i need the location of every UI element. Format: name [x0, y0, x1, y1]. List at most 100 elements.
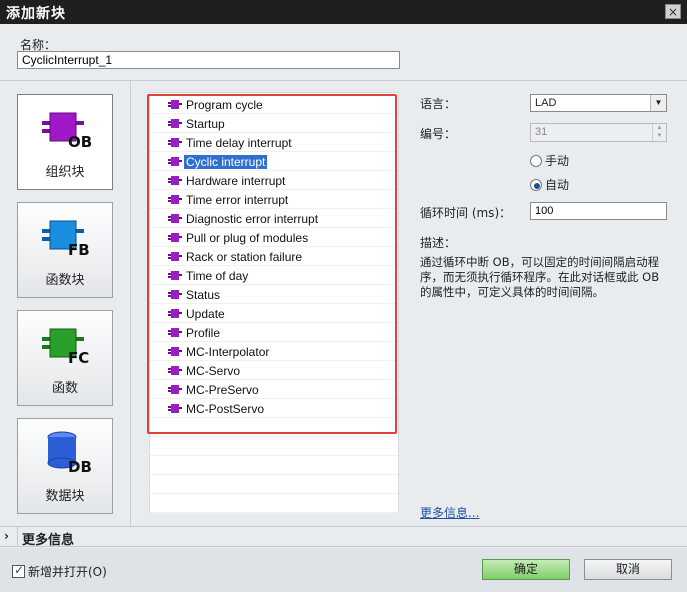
svg-text:DB: DB [68, 458, 92, 473]
radio-auto[interactable]: 自动 [530, 176, 569, 193]
ob-list-item[interactable]: MC-PostServo [150, 399, 398, 418]
ob-item-icon [168, 233, 182, 242]
ob-list-item[interactable]: Update [150, 304, 398, 323]
ob-list-item[interactable]: Cyclic interrupt [150, 152, 398, 171]
description-text: 通过循环中断 OB，可以固定的时间间隔启动程序，而无须执行循环程序。在此对话框或… [420, 255, 660, 299]
add-and-open-checkbox[interactable]: 新增并打开(O) [12, 563, 107, 580]
window-title: 添加新块 [6, 6, 66, 22]
radio-auto-label: 自动 [545, 178, 570, 192]
ob-item-icon [168, 100, 182, 109]
ob-list-item[interactable]: Pull or plug of modules [150, 228, 398, 247]
language-label: 语言： [420, 97, 457, 111]
ob-list-item-label: Diagnostic error interrupt [186, 212, 319, 226]
close-button[interactable]: × [665, 4, 681, 19]
language-select[interactable]: LAD ▼ [530, 94, 667, 112]
properties-panel: 语言： LAD ▼ 编号： 31 ▲▼ 手动 自动 循环时间 (ms)： 描述：… [420, 92, 670, 522]
ob-list-item-label: MC-PostServo [186, 402, 265, 416]
ob-item-icon [168, 214, 182, 223]
cycle-time-label: 循环时间 (ms)： [420, 206, 512, 220]
ob-list-empty-row [150, 494, 398, 513]
ob-list-item-label: Pull or plug of modules [186, 231, 309, 245]
radio-manual-label: 手动 [545, 154, 570, 168]
ob-list-item-label: Time error interrupt [186, 193, 289, 207]
chevron-right-icon[interactable]: › [4, 529, 9, 543]
add-and-open-label: 新增并打开(O) [28, 565, 107, 579]
fb-block-button[interactable]: FB 函数块 [17, 202, 113, 298]
ob-list-empty-row [150, 456, 398, 475]
svg-text:FB: FB [68, 241, 90, 257]
ob-list-item[interactable]: Time error interrupt [150, 190, 398, 209]
ob-list-item-label: Cyclic interrupt [182, 154, 269, 170]
ob-list-item[interactable]: Program cycle [150, 95, 398, 114]
number-label: 编号： [420, 127, 457, 141]
ob-list-item-label: Update [186, 307, 225, 321]
title-bar: 添加新块 × [0, 0, 687, 24]
ob-item-icon [168, 366, 182, 375]
ob-item-icon [168, 271, 182, 280]
checkbox-checked-icon[interactable] [12, 563, 25, 578]
number-spinner: 31 ▲ ▼ [530, 123, 667, 142]
ob-item-icon [168, 404, 182, 413]
ob-list-item[interactable]: Time delay interrupt [150, 133, 398, 152]
ob-item-icon [168, 347, 182, 356]
db-block-icon: DB [47, 431, 92, 473]
ob-item-icon [168, 385, 182, 394]
ob-list-item-label: Startup [186, 117, 225, 131]
db-block-label: 数据块 [45, 489, 85, 504]
ob-list-item-label: Program cycle [186, 98, 263, 112]
ob-list-item-label: MC-Interpolator [186, 345, 270, 359]
cycle-time-input[interactable] [530, 202, 667, 220]
ob-list-item[interactable]: Diagnostic error interrupt [150, 209, 398, 228]
dialog-footer: 新增并打开(O) 确定 取消 [0, 548, 687, 592]
fb-block-icon: FB [42, 220, 90, 257]
ob-list-item-label: Hardware interrupt [186, 174, 286, 188]
ob-list-item[interactable]: Profile [150, 323, 398, 342]
dropdown-arrow-icon[interactable]: ▼ [650, 95, 666, 111]
ob-item-icon [168, 252, 182, 261]
cancel-button[interactable]: 取消 [584, 559, 672, 580]
ob-item-icon [168, 290, 182, 299]
ob-item-icon [168, 195, 182, 204]
ob-list-item[interactable]: Status [150, 285, 398, 304]
ob-list-item[interactable]: Rack or station failure [150, 247, 398, 266]
ob-block-icon: OB [42, 112, 92, 149]
radio-auto-circle-icon [530, 179, 542, 191]
db-block-button[interactable]: DB 数据块 [17, 418, 113, 514]
fb-block-label: 函数块 [45, 273, 85, 288]
ob-type-list: Program cycle Startup Time delay interrupt… [149, 92, 399, 513]
ob-list-empty-row [150, 418, 398, 437]
ob-list-item-label: Status [186, 288, 221, 302]
ob-item-icon [168, 176, 182, 185]
ob-list-item[interactable]: Time of day [150, 266, 398, 285]
fc-block-icon: FC [42, 328, 89, 365]
ob-item-icon [168, 328, 182, 337]
ob-list-empty-row [150, 437, 398, 456]
radio-manual-circle-icon [530, 155, 542, 167]
more-info-bar[interactable]: › 更多信息 [0, 526, 687, 548]
block-name-input[interactable] [17, 51, 400, 69]
svg-text:FC: FC [68, 349, 89, 365]
ob-item-icon [168, 119, 182, 128]
ob-list-item[interactable]: MC-PreServo [150, 380, 398, 399]
ob-list-item-label: Profile [186, 326, 221, 340]
ob-list-item[interactable]: MC-Servo [150, 361, 398, 380]
ob-item-icon [168, 309, 182, 318]
ob-list-item-label: Rack or station failure [186, 250, 303, 264]
ob-list-item-label: Time of day [186, 269, 249, 283]
svg-text:OB: OB [68, 133, 92, 149]
ob-block-button[interactable]: OB 组织块 [17, 94, 113, 190]
fc-block-button[interactable]: FC 函数 [17, 310, 113, 406]
ob-item-icon [168, 138, 182, 147]
ob-list-item-label: Time delay interrupt [186, 136, 292, 150]
more-info-bar-label: 更多信息 [22, 533, 75, 548]
ob-list-item[interactable]: Startup [150, 114, 398, 133]
radio-manual[interactable]: 手动 [530, 152, 569, 169]
ob-list-item[interactable]: Hardware interrupt [150, 171, 398, 190]
ob-item-icon [168, 157, 182, 166]
ob-list-item[interactable]: MC-Interpolator [150, 342, 398, 361]
more-info-link[interactable]: 更多信息... [420, 504, 479, 521]
ok-button[interactable]: 确定 [482, 559, 570, 580]
number-value: 31 [535, 126, 548, 138]
spinner-arrows-icon: ▲ ▼ [652, 124, 666, 141]
description-label: 描述： [420, 236, 457, 250]
